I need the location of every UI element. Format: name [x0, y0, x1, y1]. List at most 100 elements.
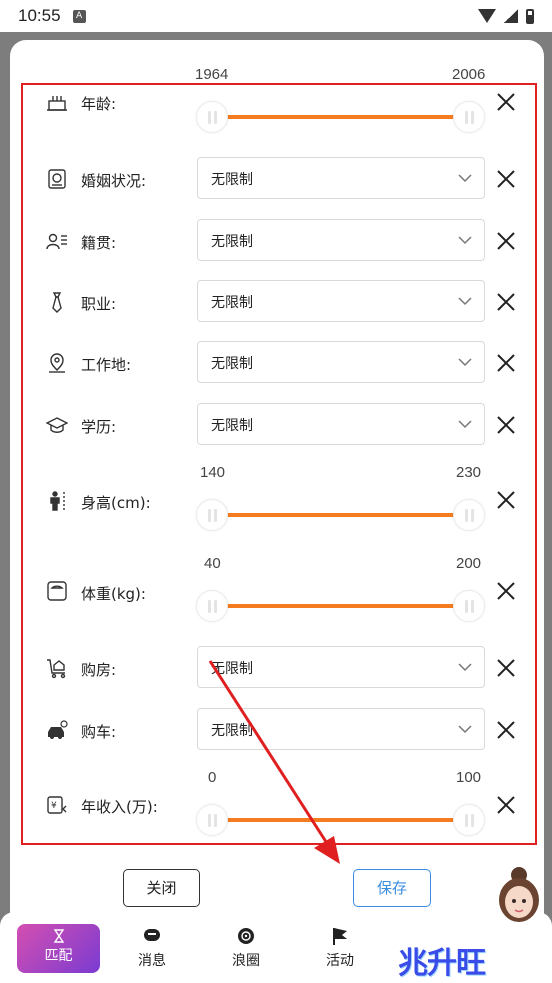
- education-label: 学历:: [81, 418, 117, 436]
- education-clear-close-icon[interactable]: [494, 413, 518, 437]
- tab-match[interactable]: 匹配: [17, 924, 100, 973]
- hometown-clear-close-icon[interactable]: [494, 229, 518, 253]
- tab-activity-label: 活动: [326, 953, 354, 969]
- tab-moments-label: 浪圈: [232, 953, 260, 969]
- filter-row-occupation: 职业: 无限制: [0, 280, 552, 324]
- yuan-income-icon: ¥: [46, 794, 68, 816]
- car-clear-close-icon[interactable]: [494, 718, 518, 742]
- signal-icon: [504, 9, 518, 23]
- chevron-down-icon: [458, 663, 472, 672]
- weight-slider-max-handle[interactable]: [453, 590, 485, 622]
- workplace-select-value: 无限制: [211, 356, 253, 372]
- house-select[interactable]: 无限制: [197, 646, 485, 688]
- filter-row-workplace: 工作地: 无限制: [0, 341, 552, 385]
- chat-bubble-icon: [144, 929, 160, 941]
- floating-avatar[interactable]: [490, 864, 548, 930]
- age-slider-min-handle[interactable]: [196, 101, 228, 133]
- save-button[interactable]: 保存: [353, 869, 431, 907]
- age-min-value: 1964: [195, 66, 229, 83]
- location-pin-icon: [46, 352, 68, 374]
- weight-label: 体重(kg):: [81, 585, 146, 603]
- filter-row-marriage: 婚姻状况: 无限制: [0, 157, 552, 201]
- income-slider-min-handle[interactable]: [196, 804, 228, 836]
- hourglass-icon: [53, 929, 64, 943]
- weight-min-value: 40: [204, 555, 221, 572]
- status-icons: [478, 8, 534, 24]
- house-cart-icon: [46, 657, 68, 679]
- marriage-label: 婚姻状况:: [81, 172, 147, 190]
- income-clear-close-icon[interactable]: [494, 793, 518, 817]
- vinyl-icon: [238, 928, 254, 944]
- education-select-value: 无限制: [211, 418, 253, 434]
- weight-clear-close-icon[interactable]: [494, 579, 518, 603]
- workplace-select[interactable]: 无限制: [197, 341, 485, 383]
- age-clear-close-icon[interactable]: [494, 90, 518, 114]
- income-label: 年收入(万):: [81, 798, 158, 816]
- marriage-certificate-icon: [46, 168, 68, 190]
- hometown-select[interactable]: 无限制: [197, 219, 485, 261]
- filter-row-height: 140 230 身高(cm):: [0, 460, 552, 540]
- hometown-id-icon: [46, 230, 68, 252]
- height-min-value: 140: [200, 464, 226, 481]
- tab-messages[interactable]: 消息: [122, 926, 182, 970]
- marriage-select[interactable]: 无限制: [197, 157, 485, 199]
- status-time: 10:55: [18, 6, 61, 25]
- flag-icon: [333, 928, 347, 945]
- height-clear-close-icon[interactable]: [494, 488, 518, 512]
- education-select[interactable]: 无限制: [197, 403, 485, 445]
- car-select[interactable]: 无限制: [197, 708, 485, 750]
- income-slider-max-handle[interactable]: [453, 804, 485, 836]
- wifi-icon: [478, 9, 496, 23]
- tab-moments[interactable]: 浪圈: [216, 926, 276, 970]
- age-slider-track[interactable]: [212, 115, 468, 119]
- filter-row-age: 1964 2006 年龄:: [0, 60, 552, 140]
- tab-match-label: 匹配: [44, 948, 73, 964]
- age-label: 年龄:: [81, 95, 117, 113]
- notification-icon: A: [72, 9, 86, 23]
- chevron-down-icon: [458, 174, 472, 183]
- watermark-logo: 兆升旺: [398, 946, 486, 981]
- height-label: 身高(cm):: [81, 494, 151, 512]
- graduation-cap-icon: [46, 414, 68, 436]
- marriage-clear-close-icon[interactable]: [494, 167, 518, 191]
- hometown-select-value: 无限制: [211, 234, 253, 250]
- tab-activity[interactable]: 活动: [310, 926, 370, 970]
- weight-slider-track[interactable]: [212, 604, 468, 608]
- house-label: 购房:: [81, 661, 117, 679]
- occupation-select[interactable]: 无限制: [197, 280, 485, 322]
- chevron-down-icon: [458, 236, 472, 245]
- filter-row-weight: 40 200 体重(kg):: [0, 552, 552, 632]
- occupation-label: 职业:: [81, 295, 117, 313]
- workplace-label: 工作地:: [81, 356, 132, 374]
- house-clear-close-icon[interactable]: [494, 656, 518, 680]
- chevron-down-icon: [458, 297, 472, 306]
- filter-row-car: 购车: 无限制: [0, 708, 552, 752]
- income-max-value: 100: [456, 769, 482, 786]
- filter-row-education: 学历: 无限制: [0, 403, 552, 447]
- height-max-value: 230: [456, 464, 482, 481]
- height-slider-max-handle[interactable]: [453, 499, 485, 531]
- car-label: 购车:: [81, 723, 117, 741]
- income-slider-track[interactable]: [212, 818, 468, 822]
- house-select-value: 无限制: [211, 661, 253, 677]
- filter-row-income: 0 100 ¥ 年收入(万):: [0, 766, 552, 844]
- close-button[interactable]: 关闭: [123, 869, 200, 907]
- weight-max-value: 200: [456, 555, 482, 572]
- cake-icon: [46, 91, 68, 113]
- occupation-clear-close-icon[interactable]: [494, 290, 518, 314]
- battery-icon: [526, 8, 534, 24]
- svg-text:¥: ¥: [51, 801, 57, 811]
- chevron-down-icon: [458, 725, 472, 734]
- workplace-clear-close-icon[interactable]: [494, 351, 518, 375]
- weight-slider-min-handle[interactable]: [196, 590, 228, 622]
- age-slider-max-handle[interactable]: [453, 101, 485, 133]
- scale-icon: [46, 580, 68, 602]
- hometown-label: 籍贯:: [81, 234, 117, 252]
- height-slider-track[interactable]: [212, 513, 468, 517]
- height-slider-min-handle[interactable]: [196, 499, 228, 531]
- height-person-icon: [46, 490, 68, 512]
- age-max-value: 2006: [452, 66, 486, 83]
- filter-row-hometown: 籍贯: 无限制: [0, 219, 552, 263]
- car-select-value: 无限制: [211, 723, 253, 739]
- car-icon: [46, 719, 68, 741]
